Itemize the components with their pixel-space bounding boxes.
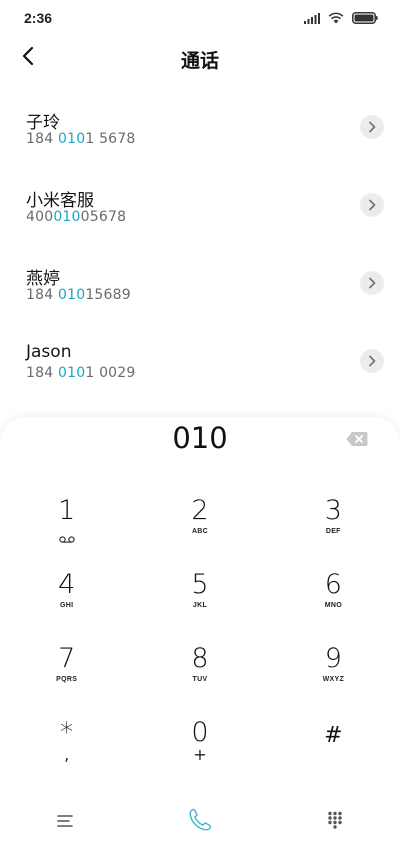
signal-icon [304,9,320,28]
chevron-right-icon [368,196,376,215]
status-bar: 2:36 [0,0,400,36]
status-icons [304,9,378,28]
key-digit: 9 [324,643,342,674]
keypad: 1 2 ABC 3 DEF 4 GHI 5 JKL 6 MNO 7 PQRS 8… [0,497,400,793]
key-digit: * [59,717,74,748]
dialpad-panel: 010 1 2 ABC 3 DEF 4 GHI 5 JKL 6 MNO 7 PQ… [0,417,400,866]
key-5[interactable]: 5 JKL [133,571,266,645]
key-digit: 7 [58,643,76,674]
contact-detail-button[interactable] [360,193,384,217]
key-8[interactable]: 8 TUV [133,645,266,719]
header: 通话 [0,40,400,76]
key-9[interactable]: 9 WXYZ [267,645,400,719]
chevron-right-icon [368,274,376,293]
contact-name: 子玲 [26,113,60,133]
contact-number: 184 0101 0029 [26,365,136,381]
key-letters: ABC [191,528,209,535]
contact-item[interactable]: 子玲 184 0101 5678 [0,100,400,178]
key-letters: PQRS [56,676,78,683]
key-4[interactable]: 4 GHI [0,571,133,645]
key-digit: 0 [191,717,209,748]
contact-item[interactable]: Jason 184 0101 0029 [0,334,400,412]
contact-name: 小米客服 [26,191,94,211]
voicemail-icon [59,528,75,547]
key-digit: 1 [58,495,76,526]
contact-detail-button[interactable] [360,349,384,373]
contact-number: 184 0101 5678 [26,131,136,147]
dial-number-display[interactable]: 010 [0,421,400,455]
key-3[interactable]: 3 DEF [267,497,400,571]
key-6[interactable]: 6 MNO [267,571,400,645]
battery-icon [352,9,378,28]
key-7[interactable]: 7 PQRS [0,645,133,719]
contact-number: 184 01015689 [26,287,131,303]
key-sub-symbol: + [193,745,207,764]
key-2[interactable]: 2 ABC [133,497,266,571]
phone-screen: 2:36 通话 子玲 184 0101 5678 小米客服 4000100567… [0,0,400,866]
key-digit: # [324,723,343,748]
contact-detail-button[interactable] [360,115,384,139]
wifi-icon [328,9,344,28]
backspace-button[interactable] [346,431,368,447]
key-1[interactable]: 1 [0,497,133,571]
key-0[interactable]: 0 + [133,719,266,793]
contact-detail-button[interactable] [360,271,384,295]
contact-number: 40001005678 [26,209,127,225]
contact-list: 子玲 184 0101 5678 小米客服 40001005678 燕婷 184… [0,100,400,412]
key-digit: 6 [324,569,342,600]
contact-name: 燕婷 [26,269,60,289]
key-digit: 2 [191,495,209,526]
key-digit: 5 [191,569,209,600]
dialpad-toggle-button[interactable] [319,806,351,838]
key-digit: 4 [58,569,76,600]
key-hash[interactable]: # [267,719,400,793]
key-sub-symbol: , [64,745,70,764]
key-letters: WXYZ [322,676,345,683]
chevron-right-icon [368,352,376,371]
contact-item[interactable]: 燕婷 184 01015689 [0,256,400,334]
key-letters: JKL [192,602,208,609]
menu-button[interactable] [49,806,81,838]
contact-item[interactable]: 小米客服 40001005678 [0,178,400,256]
backspace-icon [346,432,368,451]
page-title: 通话 [180,50,219,72]
menu-lines-icon [57,813,73,832]
phone-handset-icon [186,806,214,838]
dial-input-row: 010 [0,417,400,463]
call-button[interactable] [184,806,216,838]
chevron-right-icon [368,118,376,137]
bottom-bar [0,798,400,846]
status-time: 2:36 [24,10,53,26]
key-letters: MNO [324,602,342,609]
contact-name: Jason [26,342,72,362]
key-digit: 8 [191,643,209,674]
key-letters: TUV [192,676,208,683]
key-digit: 3 [324,495,342,526]
key-letters: DEF [325,528,341,535]
dialpad-grid-icon [327,811,343,833]
key-letters: GHI [59,602,74,609]
key-star[interactable]: * , [0,719,133,793]
